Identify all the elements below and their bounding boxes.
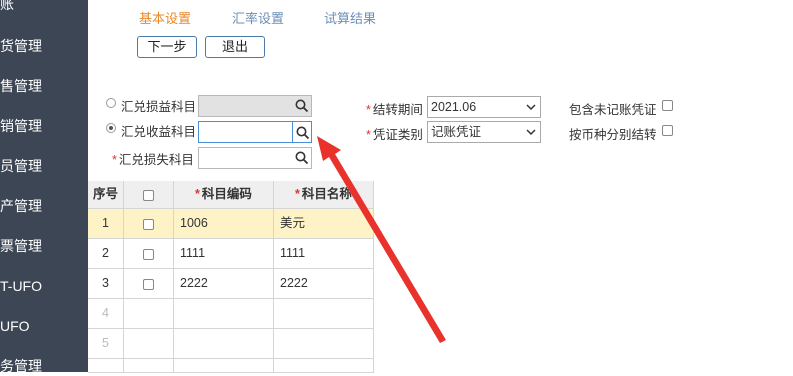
annotation-arrow bbox=[317, 136, 446, 343]
